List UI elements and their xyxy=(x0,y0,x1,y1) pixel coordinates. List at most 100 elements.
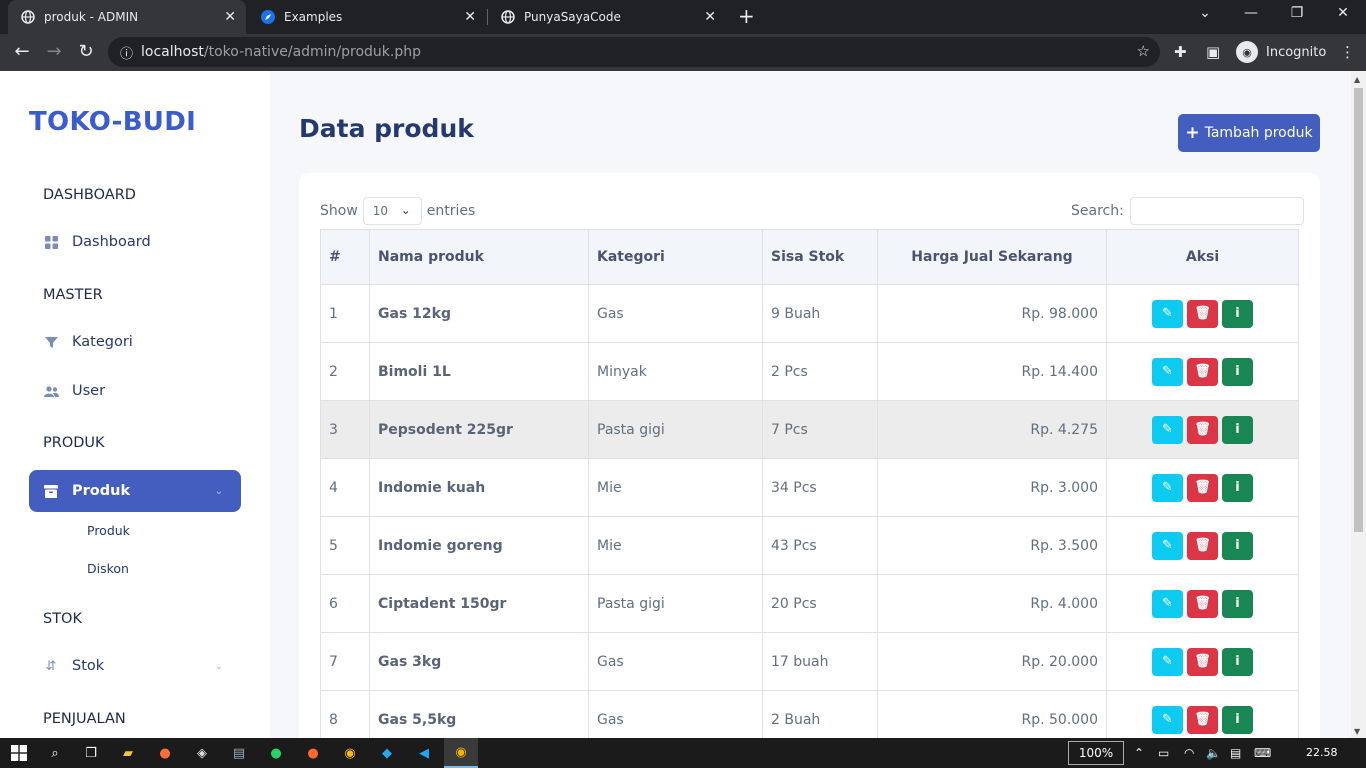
cell-category: Mie xyxy=(588,458,763,517)
cell-category: Gas xyxy=(588,284,763,343)
info-button[interactable]: i xyxy=(1222,531,1253,560)
delete-button[interactable]: 🗑 xyxy=(1187,589,1218,618)
sidebar-item-user[interactable]: User xyxy=(29,370,241,412)
vscode-icon[interactable]: ◀ xyxy=(413,743,435,763)
entries-select[interactable]: 10 ⌄ xyxy=(362,197,422,225)
tab-punyasayacode[interactable]: PunyaSayaCode ✕ xyxy=(488,0,726,34)
pencil-icon: ✎ xyxy=(1162,654,1173,669)
chevron-up-icon[interactable]: ⌃ xyxy=(1134,746,1144,760)
info-icon[interactable]: ⓘ xyxy=(120,43,133,62)
add-product-button[interactable]: + Tambah produk xyxy=(1178,114,1320,152)
app-icon[interactable]: ▤ xyxy=(228,743,250,763)
pencil-icon: ✎ xyxy=(1162,306,1173,321)
whatsapp-icon[interactable]: ● xyxy=(265,743,287,763)
tab-close-icon[interactable]: ✕ xyxy=(464,9,476,25)
edit-button[interactable]: ✎ xyxy=(1152,299,1183,328)
info-button[interactable]: i xyxy=(1222,705,1253,734)
search-icon[interactable]: ⌕ xyxy=(44,743,66,763)
tab-close-icon[interactable]: ✕ xyxy=(224,9,236,25)
app-icon[interactable]: ◈ xyxy=(191,743,213,763)
search-input[interactable] xyxy=(1129,197,1304,225)
delete-button[interactable]: 🗑 xyxy=(1187,531,1218,560)
sidebar-subitem-diskon[interactable]: Diskon xyxy=(87,561,129,576)
volume-icon[interactable]: 🔈 xyxy=(1206,746,1221,760)
info-button[interactable]: i xyxy=(1222,473,1253,502)
search-control: Search: xyxy=(1071,197,1304,225)
chrome-icon[interactable]: ◉ xyxy=(339,743,361,763)
filter-icon xyxy=(43,336,59,349)
edit-button[interactable]: ✎ xyxy=(1152,357,1183,386)
keyboard-icon[interactable]: ⌨ xyxy=(1254,746,1271,760)
sidebar-item-dashboard[interactable]: Dashboard xyxy=(29,221,241,263)
info-button[interactable]: i xyxy=(1222,299,1253,328)
delete-button[interactable]: 🗑 xyxy=(1187,357,1218,386)
sidebar-item-produk[interactable]: Produk ⌄ xyxy=(29,470,241,512)
delete-button[interactable]: 🗑 xyxy=(1187,473,1218,502)
reload-button[interactable]: ↻ xyxy=(74,41,98,62)
sidebar-item-label: Dashboard xyxy=(72,234,151,250)
windows-start-icon[interactable] xyxy=(8,743,30,763)
table-body: 1 Gas 12kg Gas 9 Buah Rp. 98.000 ✎ 🗑 i 2 B… xyxy=(320,284,1299,738)
app-icon[interactable]: ◆ xyxy=(376,743,398,763)
forward-button[interactable]: → xyxy=(42,41,66,62)
scroll-up-icon[interactable]: ▲ xyxy=(1354,75,1360,84)
sidebar-subitem-produk[interactable]: Produk xyxy=(87,523,130,538)
restore-button[interactable]: ❐ xyxy=(1274,5,1320,21)
info-button[interactable]: i xyxy=(1222,357,1253,386)
bookmark-star-icon[interactable]: ☆ xyxy=(1137,42,1150,60)
extensions-icon[interactable]: ✚ xyxy=(1174,43,1187,61)
brand-logo[interactable]: TOKO-BUDI xyxy=(29,107,196,137)
table-row: 3 Pepsodent 225gr Pasta gigi 7 Pcs Rp. 4… xyxy=(320,400,1299,459)
info-button[interactable]: i xyxy=(1222,647,1253,676)
delete-button[interactable]: 🗑 xyxy=(1187,705,1218,734)
info-button[interactable]: i xyxy=(1222,589,1253,618)
task-view-icon[interactable]: ❐ xyxy=(80,743,102,763)
delete-button[interactable]: 🗑 xyxy=(1187,647,1218,676)
minimize-button[interactable]: — xyxy=(1228,5,1274,21)
incognito-profile[interactable]: ◉ Incognito xyxy=(1236,41,1326,63)
address-bar[interactable]: ⓘ localhost/toko-native/admin/produk.php… xyxy=(108,37,1160,67)
browser-toolbar: ← → ↻ ⓘ localhost/toko-native/admin/prod… xyxy=(0,34,1366,71)
edit-button[interactable]: ✎ xyxy=(1152,705,1183,734)
clock[interactable]: 22.58 xyxy=(1306,746,1338,759)
back-button[interactable]: ← xyxy=(10,41,34,62)
edit-button[interactable]: ✎ xyxy=(1152,473,1183,502)
column-header-category[interactable]: Kategori xyxy=(588,229,763,285)
tab-search-icon[interactable]: ⌄ xyxy=(1182,5,1228,21)
menu-kebab-icon[interactable]: ⋮ xyxy=(1340,43,1355,61)
column-header-name[interactable]: Nama produk xyxy=(369,229,589,285)
zoom-indicator[interactable]: 100% xyxy=(1068,741,1124,765)
battery-icon[interactable]: ▭ xyxy=(1158,746,1169,760)
scroll-down-icon[interactable]: ▼ xyxy=(1354,727,1360,736)
wifi-icon[interactable]: ◠ xyxy=(1184,746,1194,760)
sidebar-item-kategori[interactable]: Kategori xyxy=(29,321,241,363)
app-icon[interactable]: ● xyxy=(302,743,324,763)
trash-icon: 🗑 xyxy=(1194,364,1211,379)
side-panel-icon[interactable]: ▣ xyxy=(1206,43,1220,61)
delete-button[interactable]: 🗑 xyxy=(1187,415,1218,444)
tab-title: Examples xyxy=(284,10,343,24)
firefox-icon[interactable]: ● xyxy=(154,743,176,763)
file-explorer-icon[interactable]: ▰ xyxy=(117,743,139,763)
tab-produk-admin[interactable]: produk - ADMIN ✕ xyxy=(8,0,246,34)
column-header-number[interactable]: # xyxy=(320,229,370,285)
cell-stock: 43 Pcs xyxy=(762,516,878,575)
close-window-button[interactable]: ✕ xyxy=(1320,5,1366,21)
notification-icon[interactable]: ▤ xyxy=(1230,746,1241,760)
info-button[interactable]: i xyxy=(1222,415,1253,444)
tab-examples[interactable]: Examples ✕ xyxy=(248,0,486,34)
column-header-stock[interactable]: Sisa Stok xyxy=(762,229,878,285)
info-icon: i xyxy=(1235,596,1240,611)
scrollbar-thumb[interactable] xyxy=(1354,88,1363,532)
edit-button[interactable]: ✎ xyxy=(1152,647,1183,676)
new-tab-button[interactable]: + xyxy=(738,4,755,28)
edit-button[interactable]: ✎ xyxy=(1152,415,1183,444)
edit-button[interactable]: ✎ xyxy=(1152,531,1183,560)
sidebar-item-stok[interactable]: ⇵ Stok ⌄ xyxy=(29,645,241,687)
chrome-incognito-icon[interactable]: ◉ xyxy=(444,738,478,768)
column-header-price[interactable]: Harga Jual Sekarang xyxy=(877,229,1107,285)
tab-close-icon[interactable]: ✕ xyxy=(704,9,716,25)
delete-button[interactable]: 🗑 xyxy=(1187,299,1218,328)
edit-button[interactable]: ✎ xyxy=(1152,589,1183,618)
page-scrollbar[interactable]: ▲ ▼ xyxy=(1351,71,1366,738)
